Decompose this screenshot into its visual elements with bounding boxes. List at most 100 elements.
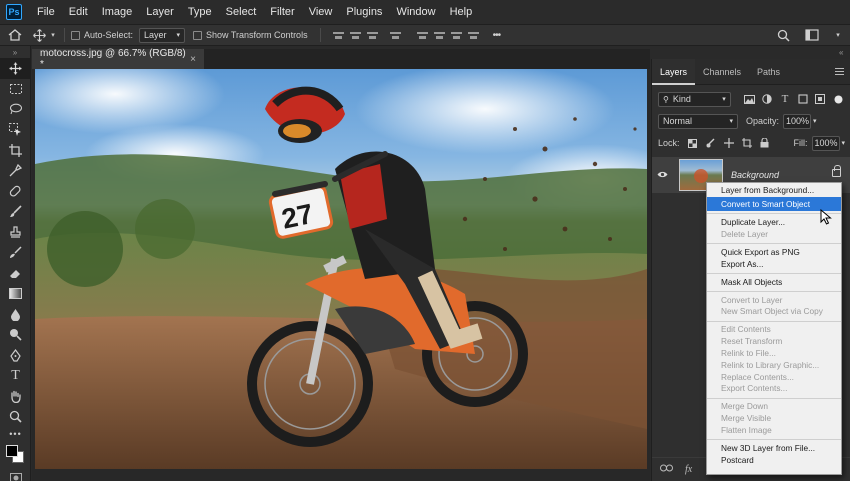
type-tool-icon[interactable]: T — [0, 366, 31, 387]
home-icon[interactable] — [0, 27, 30, 43]
quick-mask-icon[interactable] — [0, 469, 31, 481]
type-filter-icon[interactable]: T — [778, 92, 792, 106]
align-right-icon[interactable] — [366, 30, 378, 41]
menu-item-relink-to-file: Relink to File... — [721, 347, 776, 358]
history-brush-tool-icon[interactable] — [0, 243, 31, 264]
menu-item-new-3d-layer-from-file[interactable]: New 3D Layer from File... — [707, 443, 841, 455]
menu-filter[interactable]: Filter — [263, 0, 301, 24]
object-selection-tool-icon[interactable] — [0, 120, 31, 141]
menu-separator — [707, 272, 841, 274]
auto-select-dropdown[interactable]: Layer ▾ — [139, 27, 186, 43]
menu-item-flatten-image: Flatten Image — [721, 424, 772, 435]
eraser-tool-icon[interactable] — [0, 263, 31, 284]
menu-file[interactable]: File — [30, 0, 62, 24]
layer-filter-row: ⚲ Kind ▾ T — [652, 89, 850, 109]
menu-item-layer-from-background[interactable]: Layer from Background... — [707, 185, 841, 197]
auto-select-checkbox[interactable] — [71, 30, 80, 40]
align-top-icon[interactable] — [416, 30, 428, 41]
blur-tool-icon[interactable] — [0, 304, 31, 325]
menu-window[interactable]: Window — [389, 0, 442, 24]
distribute-vertical-icon[interactable] — [467, 30, 479, 41]
menu-item-export-contents: Export Contents... — [721, 383, 788, 394]
chevron-down-icon[interactable]: ▾ — [834, 27, 842, 43]
chevron-down-icon: ▾ — [729, 118, 733, 125]
chevron-down-icon[interactable]: ▾ — [813, 117, 817, 125]
menu-item-postcard[interactable]: Postcard — [707, 455, 841, 467]
visibility-eye-icon[interactable] — [652, 170, 672, 181]
lock-artboard-icon[interactable] — [740, 136, 754, 150]
chevron-down-icon[interactable]: ▾ — [842, 139, 846, 147]
color-swatches[interactable] — [0, 441, 31, 469]
fill-field[interactable]: 100% — [811, 135, 840, 151]
zoom-tool-icon[interactable] — [0, 407, 31, 428]
tab-paths[interactable]: Paths — [749, 59, 788, 85]
fx-icon[interactable]: fx — [685, 464, 692, 475]
menu-edit[interactable]: Edit — [62, 0, 95, 24]
menu-separator — [707, 243, 841, 245]
menu-item-mask-all-objects[interactable]: Mask All Objects — [707, 277, 841, 289]
marquee-tool-icon[interactable] — [0, 79, 31, 100]
search-icon: ⚲ — [663, 94, 669, 104]
move-tool-preset-icon[interactable] — [30, 27, 48, 43]
lock-pixels-icon[interactable] — [704, 136, 718, 150]
options-bar: ▾ Auto-Select: Layer ▾ Show Transform Co… — [0, 24, 850, 46]
more-tools-icon[interactable]: ••• — [0, 427, 31, 441]
hand-tool-icon[interactable] — [0, 386, 31, 407]
panel-menu-icon[interactable] — [835, 68, 844, 75]
align-center-icon[interactable] — [349, 30, 361, 41]
search-icon[interactable] — [774, 27, 792, 43]
align-bottom-icon[interactable] — [450, 30, 462, 41]
document-tab[interactable]: motocross.jpg @ 66.7% (RGB/8) * × — [32, 48, 204, 70]
menu-help[interactable]: Help — [443, 0, 480, 24]
menu-select[interactable]: Select — [219, 0, 264, 24]
workspace-icon[interactable] — [804, 27, 822, 43]
filter-kind-dropdown[interactable]: ⚲ Kind ▾ — [658, 91, 731, 107]
lock-transparent-icon[interactable] — [686, 136, 700, 150]
clone-stamp-tool-icon[interactable] — [0, 222, 31, 243]
document-canvas[interactable]: 27 — [35, 69, 647, 469]
menu-separator — [707, 397, 841, 399]
foreground-color[interactable] — [6, 445, 18, 457]
link-icon[interactable] — [660, 464, 673, 475]
lasso-tool-icon[interactable] — [0, 99, 31, 120]
tab-layers[interactable]: Layers — [652, 58, 696, 85]
lock-label: Lock: — [658, 138, 680, 148]
filter-toggle-icon[interactable] — [831, 92, 845, 106]
smart-object-filter-icon[interactable] — [814, 92, 828, 106]
lock-all-icon[interactable] — [758, 136, 772, 150]
opacity-field[interactable]: 100% — [783, 113, 812, 129]
brush-tool-icon[interactable] — [0, 202, 31, 223]
menu-image[interactable]: Image — [95, 0, 140, 24]
pixel-filter-icon[interactable] — [743, 92, 757, 106]
crop-tool-icon[interactable] — [0, 140, 31, 161]
chevron-down-icon[interactable]: ▾ — [48, 27, 58, 43]
close-icon[interactable]: × — [190, 54, 196, 65]
document-tabs: motocross.jpg @ 66.7% (RGB/8) * × — [32, 48, 650, 70]
menu-separator — [707, 290, 841, 292]
blend-mode-dropdown[interactable]: Normal ▾ — [658, 113, 738, 129]
adjustment-filter-icon[interactable] — [760, 92, 774, 106]
dodge-tool-icon[interactable] — [0, 325, 31, 346]
align-left-icon[interactable] — [332, 30, 344, 41]
transform-controls-checkbox[interactable] — [193, 30, 203, 40]
menu-item-export-as[interactable]: Export As... — [707, 259, 841, 271]
menu-plugins[interactable]: Plugins — [339, 0, 389, 24]
layer-context-menu: Layer from Background... Convert to Smart… — [706, 182, 842, 475]
menu-item-relink-to-library-graphic: Relink to Library Graphic... — [721, 359, 820, 370]
gradient-tool-icon[interactable] — [0, 284, 31, 305]
eyedropper-tool-icon[interactable] — [0, 161, 31, 182]
healing-brush-tool-icon[interactable] — [0, 181, 31, 202]
distribute-icon[interactable] — [389, 30, 401, 41]
pen-tool-icon[interactable] — [0, 345, 31, 366]
tab-channels[interactable]: Channels — [695, 59, 749, 85]
collapse-panels-icon[interactable]: « — [839, 48, 843, 57]
menu-type[interactable]: Type — [181, 0, 219, 24]
align-middle-icon[interactable] — [433, 30, 445, 41]
menu-layer[interactable]: Layer — [139, 0, 181, 24]
move-tool-icon[interactable] — [0, 58, 31, 79]
more-options-button[interactable]: ••• — [493, 30, 501, 41]
lock-position-icon[interactable] — [722, 136, 736, 150]
menu-item-quick-export-as-png[interactable]: Quick Export as PNG — [707, 247, 841, 259]
shape-filter-icon[interactable] — [796, 92, 810, 106]
menu-view[interactable]: View — [302, 0, 340, 24]
